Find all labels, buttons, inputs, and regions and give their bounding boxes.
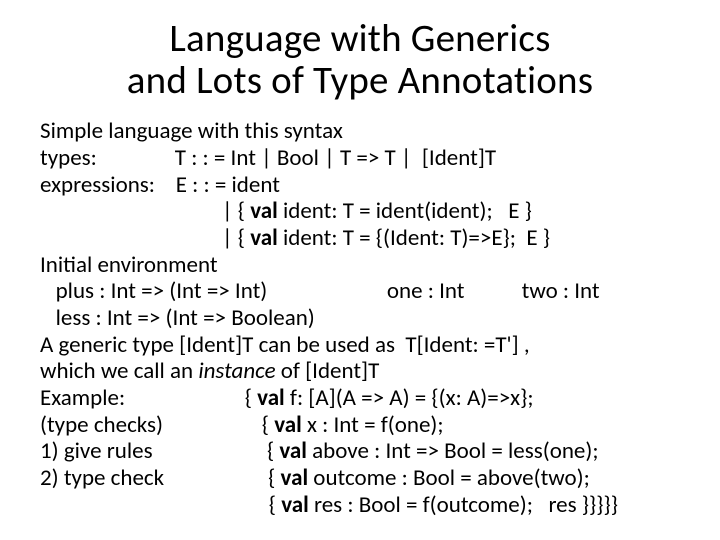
- keyword-val: val: [250, 197, 278, 225]
- line-example-5: { val res : Bool = f(outcome); res }}}}}: [40, 492, 680, 519]
- title-line-1: Language with Generics: [169, 15, 550, 62]
- keyword-val: val: [279, 437, 307, 465]
- line-env-less: less : Int => (Int => Boolean): [40, 305, 680, 332]
- keyword-val: val: [257, 384, 285, 412]
- line-expr-3: | { val ident: T = {(Ident: T)=>E}; E }: [40, 225, 680, 252]
- line-generic-2: which we call an instance of [Ident]T: [40, 358, 680, 385]
- slide: Language with Generics and Lots of Type …: [0, 0, 720, 540]
- title-line-2: and Lots of Type Annotations: [127, 57, 593, 104]
- line-syntax-intro: Simple language with this syntax: [40, 118, 680, 145]
- slide-title: Language with Generics and Lots of Type …: [40, 18, 680, 102]
- line-env-plus: plus : Int => (Int => Int) one : Int two…: [40, 278, 680, 305]
- line-generic-1: A generic type [Ident]T can be used as T…: [40, 332, 680, 359]
- emphasis-instance: instance: [198, 357, 275, 385]
- line-example-2: (type checks) { val x : Int = f(one);: [40, 412, 680, 439]
- slide-body: Simple language with this syntax types: …: [40, 118, 680, 518]
- line-example-4: 2) type check { val outcome : Bool = abo…: [40, 465, 680, 492]
- line-env-header: Initial environment: [40, 252, 680, 279]
- line-example-3: 1) give rules { val above : Int => Bool …: [40, 438, 680, 465]
- line-expr-2: | { val ident: T = ident(ident); E }: [40, 198, 680, 225]
- keyword-val: val: [281, 491, 309, 519]
- keyword-val: val: [274, 411, 302, 439]
- line-types: types: T : : = Int | Bool | T => T | [Id…: [40, 145, 680, 172]
- keyword-val: val: [281, 464, 309, 492]
- keyword-val: val: [250, 224, 278, 252]
- line-example-1: Example: { val f: [A](A => A) = {(x: A)=…: [40, 385, 680, 412]
- line-expr-1: expressions: E : : = ident: [40, 172, 680, 199]
